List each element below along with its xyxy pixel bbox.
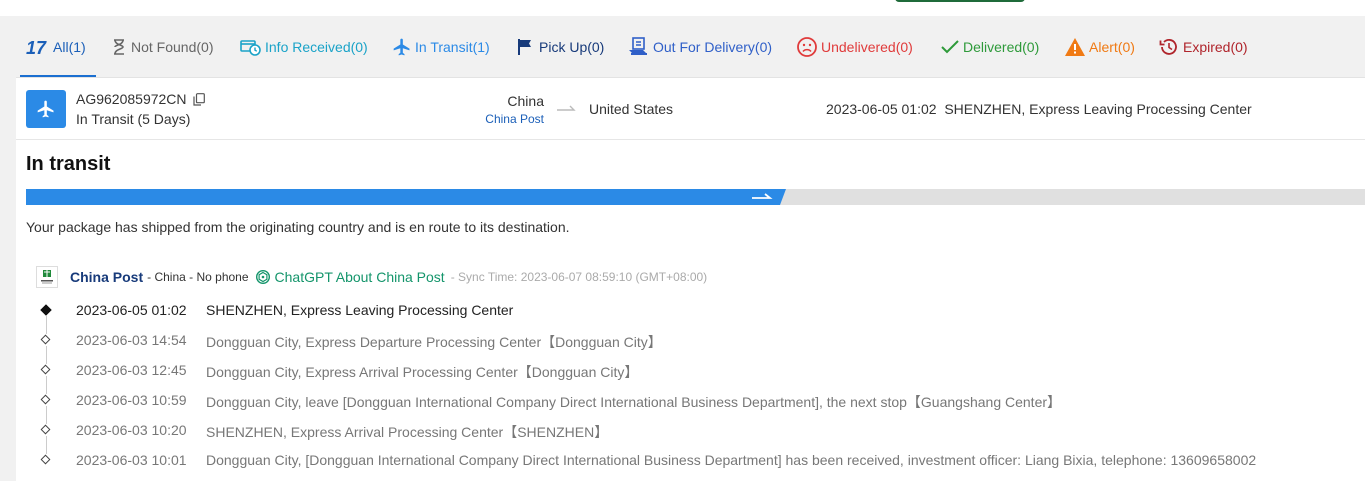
progress-bar bbox=[26, 189, 1365, 205]
17track-logo-icon: 17 bbox=[26, 38, 50, 56]
timeline-marker-icon bbox=[40, 394, 51, 405]
tab-all-label: All bbox=[53, 39, 69, 55]
timeline-event: 2023-06-03 14:54 Dongguan City, Express D… bbox=[16, 326, 1365, 364]
latest-event: 2023-06-05 01:02 SHENZHEN, Express Leavi… bbox=[826, 101, 1252, 117]
tab-not-found[interactable]: Not Found (0) bbox=[110, 17, 214, 77]
timeline-event: 2023-06-03 10:20 SHENZHEN, Express Arriva… bbox=[16, 416, 1365, 454]
tab-out-for-delivery[interactable]: Out For Delivery (0) bbox=[628, 17, 772, 77]
timeline-event: 2023-06-03 12:45 Dongguan City, Express A… bbox=[16, 356, 1365, 394]
sync-time: - Sync Time: 2023-06-07 08:59:10 (GMT+08… bbox=[450, 270, 708, 284]
carrier-info-row: China Post - China - No phone ChatGPT Ab… bbox=[36, 266, 707, 288]
timeline-marker-icon bbox=[40, 454, 51, 465]
destination-country: United States bbox=[589, 101, 674, 117]
delivery-icon bbox=[628, 37, 650, 57]
tab-in-transit[interactable]: In Transit (1) bbox=[392, 17, 490, 77]
event-text: Dongguan City, leave [Dongguan Internati… bbox=[206, 394, 1062, 410]
tab-undelivered[interactable]: Undelivered (0) bbox=[796, 17, 913, 77]
origin-country: China bbox=[507, 93, 544, 109]
carrier-meta: - China - No phone bbox=[147, 270, 249, 284]
chatgpt-icon bbox=[255, 269, 271, 285]
status-airplane-icon bbox=[26, 90, 66, 128]
event-text: SHENZHEN, Express Leaving Processing Cen… bbox=[206, 302, 514, 318]
flag-icon bbox=[516, 38, 536, 56]
route-arrow-icon bbox=[556, 101, 578, 119]
carrier-name[interactable]: China Post bbox=[70, 269, 143, 285]
shipment-status: In Transit (5 Days) bbox=[76, 111, 191, 127]
shipment-summary-row[interactable]: AG962085972CN In Transit (5 Days) China … bbox=[16, 77, 1365, 140]
event-time: 2023-06-03 10:20 bbox=[76, 422, 187, 438]
event-text: Dongguan City, Express Departure Process… bbox=[206, 334, 662, 350]
event-time: 2023-06-03 14:54 bbox=[76, 332, 187, 348]
latest-event-text: SHENZHEN, Express Leaving Processing Cen… bbox=[944, 101, 1252, 117]
timeline-marker-icon bbox=[40, 334, 51, 345]
origin-carrier-link[interactable]: China Post bbox=[460, 112, 544, 126]
event-time: 2023-06-03 12:45 bbox=[76, 362, 187, 378]
info-received-icon bbox=[240, 38, 262, 56]
header-button-edge[interactable] bbox=[895, 0, 1025, 2]
progress-segment-pending bbox=[1160, 189, 1365, 205]
tab-expired[interactable]: Expired (0) bbox=[1158, 17, 1248, 77]
event-time: 2023-06-05 01:02 bbox=[76, 302, 187, 318]
timeline-marker-icon bbox=[40, 364, 51, 375]
progress-segment-complete bbox=[26, 189, 408, 205]
history-icon bbox=[1158, 36, 1180, 58]
event-text: Dongguan City, [Dongguan International C… bbox=[206, 452, 1257, 468]
tracking-number: AG962085972CN bbox=[76, 91, 205, 107]
event-text: SHENZHEN, Express Arrival Processing Cen… bbox=[206, 424, 609, 440]
tab-info-received[interactable]: Info Received (0) bbox=[240, 17, 368, 77]
tracking-content: AG962085972CN In Transit (5 Days) China … bbox=[16, 77, 1365, 481]
tab-all[interactable]: 17 All (1) bbox=[20, 17, 96, 77]
svg-text:17: 17 bbox=[26, 38, 47, 56]
status-heading: In transit bbox=[26, 153, 111, 175]
tab-pick-up[interactable]: Pick Up (0) bbox=[516, 17, 604, 77]
event-text: Dongguan City, Express Arrival Processin… bbox=[206, 364, 639, 380]
status-description: Your package has shipped from the origin… bbox=[26, 219, 570, 235]
copy-icon[interactable] bbox=[192, 92, 205, 106]
warning-icon bbox=[1064, 37, 1086, 57]
latest-event-time: 2023-06-05 01:02 bbox=[826, 101, 937, 117]
tab-delivered[interactable]: Delivered (0) bbox=[940, 17, 1039, 77]
top-header-bar bbox=[0, 0, 1365, 16]
timeline-event: 2023-06-03 10:01 Dongguan City, [Dongguan… bbox=[16, 446, 1365, 476]
timeline-marker-icon bbox=[40, 424, 51, 435]
timeline-event: 2023-06-05 01:02 SHENZHEN, Express Leavin… bbox=[16, 296, 1365, 334]
timeline-event: 2023-06-03 10:59 Dongguan City, leave [Do… bbox=[16, 386, 1365, 424]
event-time: 2023-06-03 10:59 bbox=[76, 392, 187, 408]
chatgpt-carrier-link[interactable]: ChatGPT About China Post bbox=[255, 269, 445, 285]
hourglass-icon bbox=[110, 38, 128, 56]
progress-segment-pending bbox=[780, 189, 1168, 205]
timeline-current-marker-icon bbox=[40, 304, 52, 316]
event-time: 2023-06-03 10:01 bbox=[76, 452, 187, 468]
progress-segment-complete bbox=[400, 189, 788, 205]
status-tabs: 17 All (1) Not Found (0) Info Received (0) … bbox=[16, 17, 1365, 77]
airplane-icon bbox=[392, 37, 412, 57]
checkmark-icon bbox=[940, 38, 960, 56]
sad-face-icon bbox=[796, 36, 818, 58]
china-post-logo-icon bbox=[36, 266, 58, 288]
tab-alert[interactable]: Alert (0) bbox=[1064, 17, 1135, 77]
